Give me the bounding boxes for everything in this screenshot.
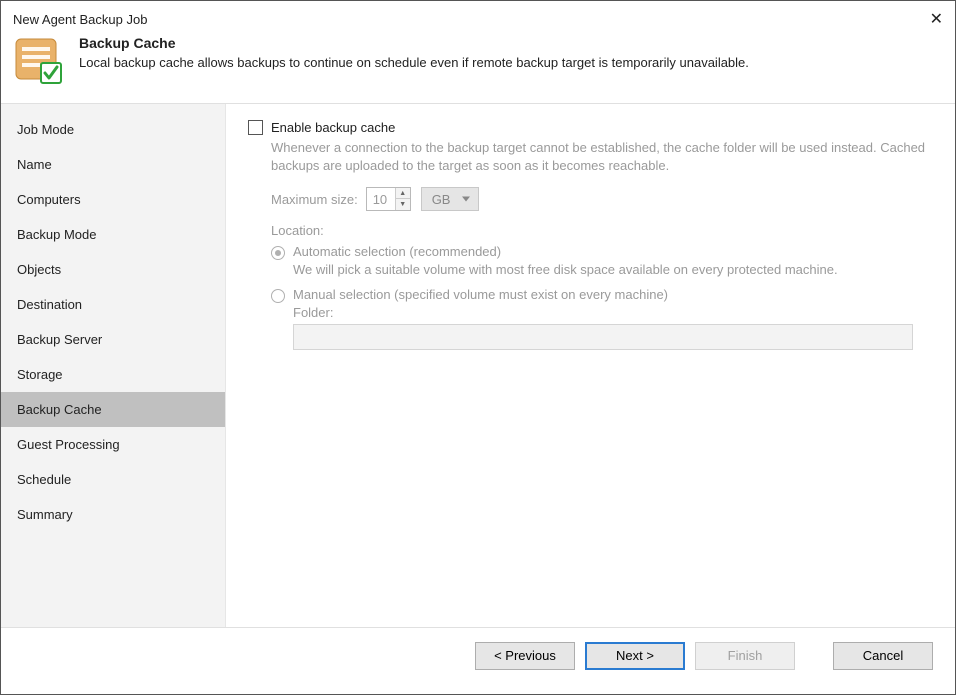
sidebar-item-guest-processing[interactable]: Guest Processing (1, 427, 225, 462)
radio-automatic[interactable] (271, 246, 285, 260)
sidebar-item-label: Storage (17, 367, 63, 382)
sidebar-item-storage[interactable]: Storage (1, 357, 225, 392)
sidebar-item-job-mode[interactable]: Job Mode (1, 112, 225, 147)
radio-automatic-label: Automatic selection (recommended) (293, 244, 501, 259)
sidebar-item-backup-server[interactable]: Backup Server (1, 322, 225, 357)
radio-manual-label: Manual selection (specified volume must … (293, 287, 668, 302)
sidebar-item-backup-mode[interactable]: Backup Mode (1, 217, 225, 252)
sidebar-item-schedule[interactable]: Schedule (1, 462, 225, 497)
sidebar-item-label: Job Mode (17, 122, 74, 137)
sidebar-item-summary[interactable]: Summary (1, 497, 225, 532)
finish-button: Finish (695, 642, 795, 670)
sidebar-item-label: Backup Mode (17, 227, 97, 242)
next-button[interactable]: Next > (585, 642, 685, 670)
unit-value: GB (432, 192, 451, 207)
previous-button[interactable]: < Previous (475, 642, 575, 670)
spinner-up-icon[interactable]: ▲ (396, 188, 410, 199)
unit-dropdown[interactable]: GB (421, 187, 480, 211)
wizard-sidebar: Job Mode Name Computers Backup Mode Objects D… (1, 104, 226, 627)
header-title: Backup Cache (79, 35, 749, 51)
enable-backup-cache-help: Whenever a connection to the backup targ… (271, 139, 931, 175)
sidebar-item-label: Name (17, 157, 52, 172)
sidebar-item-backup-cache[interactable]: Backup Cache (1, 392, 225, 427)
sidebar-item-label: Schedule (17, 472, 71, 487)
sidebar-item-computers[interactable]: Computers (1, 182, 225, 217)
radio-manual[interactable] (271, 289, 285, 303)
radio-automatic-help: We will pick a suitable volume with most… (293, 262, 933, 277)
wizard-footer: < Previous Next > Finish Cancel (1, 627, 955, 683)
sidebar-item-label: Objects (17, 262, 61, 277)
folder-input[interactable] (293, 324, 913, 350)
sidebar-item-label: Summary (17, 507, 73, 522)
sidebar-item-label: Guest Processing (17, 437, 120, 452)
title-bar: New Agent Backup Job ✕ (1, 1, 955, 35)
sidebar-item-label: Computers (17, 192, 81, 207)
sidebar-item-label: Destination (17, 297, 82, 312)
max-size-spinner[interactable]: 10 ▲ ▼ (366, 187, 411, 211)
folder-label: Folder: (293, 305, 933, 320)
header-description: Local backup cache allows backups to con… (79, 55, 749, 70)
sidebar-item-destination[interactable]: Destination (1, 287, 225, 322)
enable-backup-cache-checkbox[interactable] (248, 120, 263, 135)
sidebar-item-objects[interactable]: Objects (1, 252, 225, 287)
max-size-value: 10 (367, 188, 395, 210)
close-icon[interactable]: ✕ (930, 9, 943, 29)
main-panel: Enable backup cache Whenever a connectio… (226, 104, 955, 627)
window-title: New Agent Backup Job (13, 12, 147, 27)
enable-backup-cache-label: Enable backup cache (271, 120, 395, 135)
cancel-button[interactable]: Cancel (833, 642, 933, 670)
location-label: Location: (271, 223, 933, 238)
sidebar-item-label: Backup Cache (17, 402, 102, 417)
sidebar-item-label: Backup Server (17, 332, 102, 347)
sidebar-item-name[interactable]: Name (1, 147, 225, 182)
wizard-header: Backup Cache Local backup cache allows b… (1, 35, 955, 104)
backup-cache-icon (13, 35, 63, 85)
max-size-label: Maximum size: (271, 192, 358, 207)
spinner-down-icon[interactable]: ▼ (396, 199, 410, 210)
